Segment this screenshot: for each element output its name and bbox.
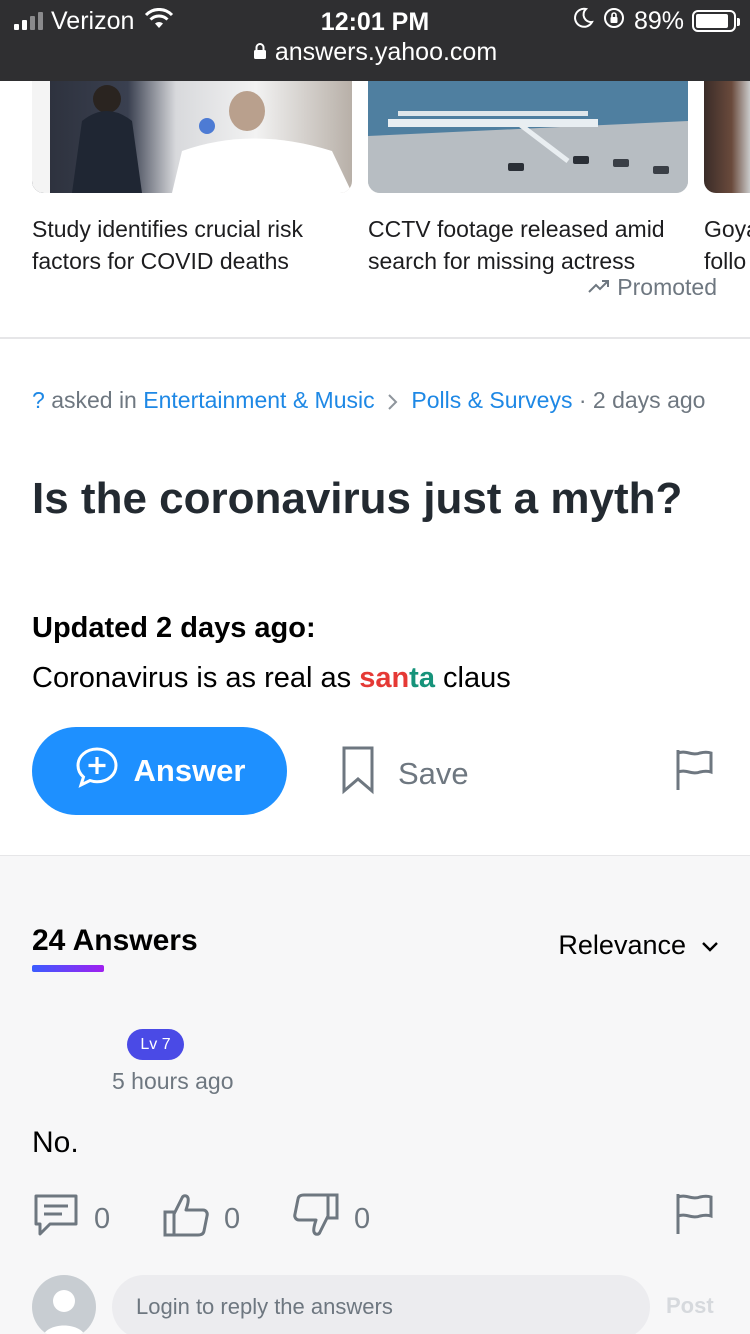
flag-icon xyxy=(674,750,714,796)
bookmark-icon xyxy=(340,745,376,803)
reply-input[interactable] xyxy=(112,1275,650,1334)
chevron-right-icon xyxy=(387,387,405,413)
dislike-button[interactable]: 0 xyxy=(292,1192,370,1246)
comment-button[interactable]: 0 xyxy=(32,1192,110,1246)
thumbs-down-icon xyxy=(292,1192,340,1246)
question-age: · 2 days ago xyxy=(578,387,706,413)
update-text-red: san xyxy=(359,662,410,694)
news-thumbnail xyxy=(32,81,352,193)
answer-button-label: Answer xyxy=(133,753,246,788)
battery-percent: 89% xyxy=(633,6,684,35)
address-bar[interactable]: answers.yahoo.com xyxy=(0,38,750,67)
lock-icon xyxy=(253,38,267,67)
asked-in-text: asked in xyxy=(51,387,137,413)
update-label: Updated 2 days ago: xyxy=(32,612,316,644)
like-button[interactable]: 0 xyxy=(162,1192,240,1246)
comment-count: 0 xyxy=(94,1202,111,1235)
promoted-label: Promoted xyxy=(587,274,717,301)
news-title: Study identifies crucial risk factors fo… xyxy=(32,216,303,274)
update-text-green: ta xyxy=(409,662,435,694)
question-meta: ? asked in Entertainment & Music Polls &… xyxy=(32,380,718,420)
chevron-down-icon xyxy=(700,930,720,961)
thumbs-up-icon xyxy=(162,1192,210,1246)
answer-button[interactable]: Answer xyxy=(32,727,287,815)
news-card[interactable]: Goya follo xyxy=(704,81,750,277)
comment-icon xyxy=(32,1192,80,1246)
save-button-label: Save xyxy=(398,756,469,791)
question-title: Is the coronavirus just a myth? xyxy=(32,474,683,523)
report-flag-button[interactable] xyxy=(674,748,714,797)
answer-body: No. xyxy=(32,1126,79,1159)
dislike-count: 0 xyxy=(354,1202,371,1235)
report-answer-button[interactable] xyxy=(674,1192,714,1241)
battery-icon xyxy=(692,10,740,32)
category-link[interactable]: Entertainment & Music xyxy=(143,387,374,413)
flag-icon xyxy=(674,1194,714,1240)
do-not-disturb-icon xyxy=(572,7,594,36)
section-divider xyxy=(0,337,750,339)
avatar xyxy=(32,1275,96,1334)
like-count: 0 xyxy=(224,1202,241,1235)
news-thumbnail xyxy=(368,81,688,193)
status-bar: Verizon 12:01 PM 89% answers.yahoo.com xyxy=(0,0,750,81)
update-text-end: claus xyxy=(434,662,511,694)
news-title: CCTV footage released amid search for mi… xyxy=(368,216,665,274)
level-badge: Lv 7 xyxy=(127,1029,184,1060)
update-text-start: Coronavirus is as real as xyxy=(32,662,360,694)
save-button[interactable]: Save xyxy=(340,745,469,803)
news-thumbnail xyxy=(704,81,750,193)
answers-tab-underline xyxy=(32,965,104,972)
news-title: Goya follo xyxy=(704,216,750,274)
trending-carousel: Study identifies crucial risk factors fo… xyxy=(0,81,750,338)
reply-row: Post xyxy=(32,1275,750,1334)
promoted-text: Promoted xyxy=(617,274,717,300)
asker-link[interactable]: ? xyxy=(32,387,45,413)
sort-label: Relevance xyxy=(558,930,686,960)
update-text: Coronavirus is as real as santa claus xyxy=(32,662,511,695)
news-card[interactable]: CCTV footage released amid search for mi… xyxy=(368,81,688,277)
url-text: answers.yahoo.com xyxy=(274,38,498,66)
subcategory-link[interactable]: Polls & Surveys xyxy=(411,387,572,413)
add-comment-icon xyxy=(74,746,120,796)
answer-time: 5 hours ago xyxy=(112,1068,234,1094)
news-card[interactable]: Study identifies crucial risk factors fo… xyxy=(32,81,352,277)
trending-arrow-icon xyxy=(587,274,611,301)
orientation-lock-icon xyxy=(602,6,626,37)
sort-dropdown[interactable]: Relevance xyxy=(558,930,720,961)
post-button[interactable]: Post xyxy=(666,1293,714,1319)
status-right: 89% xyxy=(572,6,740,37)
answers-count: 24 Answers xyxy=(32,924,198,957)
